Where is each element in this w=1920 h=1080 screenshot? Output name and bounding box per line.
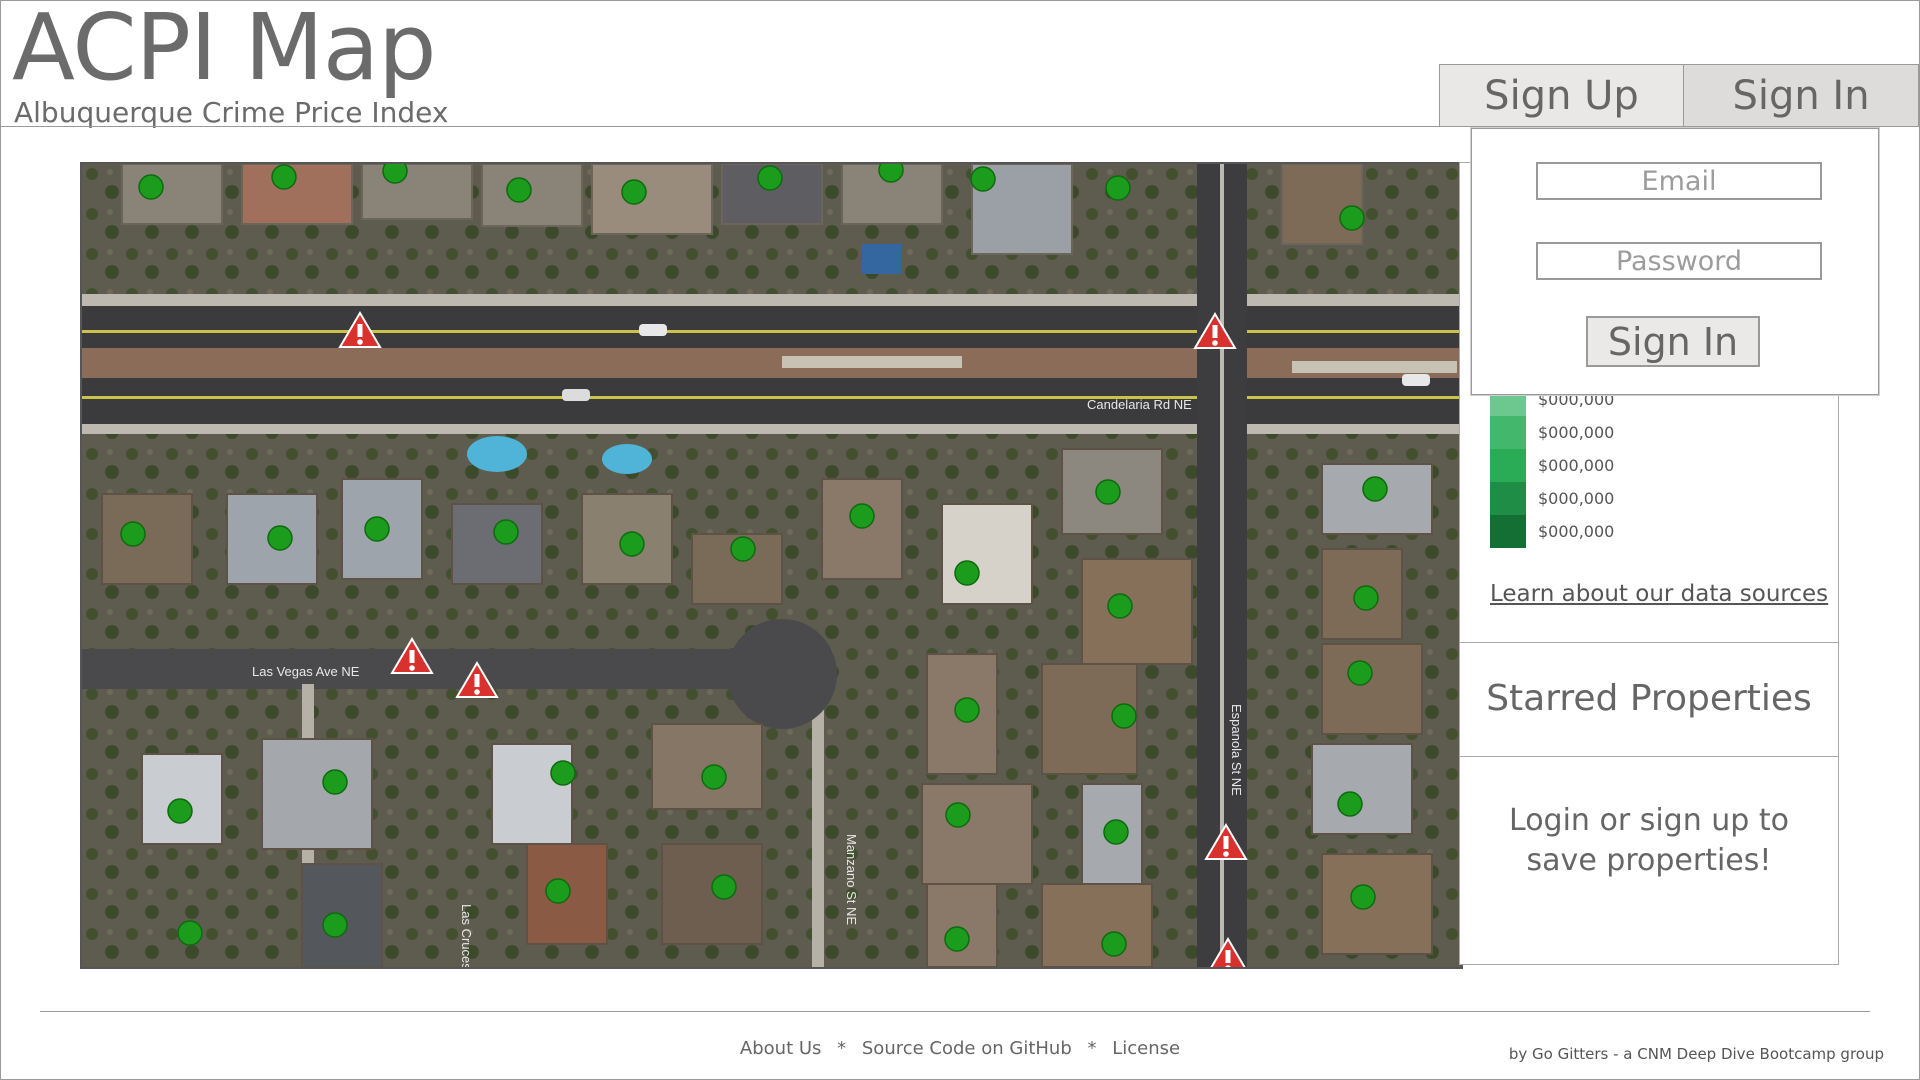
street-label: Espanola St NE bbox=[1229, 704, 1244, 796]
footer-separator: * bbox=[1087, 1038, 1097, 1059]
about-us-link[interactable]: About Us bbox=[740, 1038, 822, 1059]
property-marker[interactable] bbox=[138, 174, 164, 200]
property-marker[interactable] bbox=[849, 503, 875, 529]
auth-tabs: Sign Up Sign In bbox=[1439, 64, 1919, 127]
property-marker[interactable] bbox=[1105, 175, 1131, 201]
price-legend: $000,000 $000,000 $000,000 $000,000 $000… bbox=[1490, 383, 1614, 548]
property-marker[interactable] bbox=[322, 912, 348, 938]
street-label: Manzano St NE bbox=[844, 834, 859, 925]
property-marker[interactable] bbox=[167, 798, 193, 824]
property-marker[interactable] bbox=[954, 697, 980, 723]
property-marker[interactable] bbox=[1103, 819, 1129, 845]
property-marker[interactable] bbox=[364, 516, 390, 542]
property-marker[interactable] bbox=[1362, 476, 1388, 502]
legend-row: $000,000 bbox=[1490, 515, 1614, 548]
legend-swatch bbox=[1490, 416, 1526, 449]
property-marker[interactable] bbox=[267, 525, 293, 551]
github-link[interactable]: Source Code on GitHub bbox=[862, 1038, 1072, 1059]
tab-sign-in[interactable]: Sign In bbox=[1684, 64, 1919, 127]
street-label: Las Cruces Ct bbox=[459, 904, 474, 967]
property-marker[interactable] bbox=[506, 177, 532, 203]
property-marker[interactable] bbox=[1339, 205, 1365, 231]
legend-swatch bbox=[1490, 482, 1526, 515]
legend-swatch bbox=[1490, 449, 1526, 482]
property-marker[interactable] bbox=[954, 560, 980, 586]
sign-in-panel: Sign In bbox=[1471, 128, 1879, 395]
property-marker[interactable] bbox=[1111, 703, 1137, 729]
property-marker[interactable] bbox=[878, 164, 904, 183]
property-marker[interactable] bbox=[621, 179, 647, 205]
sidebar-divider bbox=[1460, 756, 1838, 757]
license-link[interactable]: License bbox=[1112, 1038, 1180, 1059]
sign-in-button[interactable]: Sign In bbox=[1586, 316, 1760, 367]
legend-label: $000,000 bbox=[1538, 423, 1615, 442]
legend-row: $000,000 bbox=[1490, 482, 1614, 515]
app-title: ACPI Map bbox=[12, 0, 437, 101]
header-divider bbox=[0, 126, 1440, 127]
property-marker[interactable] bbox=[550, 760, 576, 786]
property-marker[interactable] bbox=[970, 166, 996, 192]
property-marker[interactable] bbox=[493, 519, 519, 545]
property-marker[interactable] bbox=[757, 165, 783, 191]
footer-separator: * bbox=[837, 1038, 847, 1059]
property-marker[interactable] bbox=[619, 531, 645, 557]
legend-label: $000,000 bbox=[1538, 456, 1615, 475]
satellite-map[interactable]: Candelaria Rd NE Las Vegas Ave NE Las Cr… bbox=[82, 164, 1461, 967]
property-marker[interactable] bbox=[120, 521, 146, 547]
legend-swatch bbox=[1490, 515, 1526, 548]
property-marker[interactable] bbox=[1347, 660, 1373, 686]
property-marker[interactable] bbox=[322, 769, 348, 795]
property-marker[interactable] bbox=[1101, 931, 1127, 957]
street-label: Las Vegas Ave NE bbox=[252, 664, 360, 679]
property-marker[interactable] bbox=[701, 764, 727, 790]
property-marker[interactable] bbox=[711, 874, 737, 900]
legend-row: $000,000 bbox=[1490, 449, 1614, 482]
login-prompt: Login or sign up to save properties! bbox=[1509, 803, 1789, 878]
legend-label: $000,000 bbox=[1538, 489, 1615, 508]
property-marker[interactable] bbox=[944, 926, 970, 952]
property-marker[interactable] bbox=[382, 164, 408, 184]
email-field[interactable] bbox=[1536, 162, 1822, 200]
street-label: Candelaria Rd NE bbox=[1087, 397, 1192, 412]
footer-credit: by Go Gitters - a CNM Deep Dive Bootcamp… bbox=[1508, 1045, 1884, 1063]
legend-row: $000,000 bbox=[1490, 416, 1614, 449]
property-marker[interactable] bbox=[1337, 791, 1363, 817]
property-marker[interactable] bbox=[945, 802, 971, 828]
starred-properties-heading: Starred Properties bbox=[1486, 678, 1812, 719]
map-view[interactable]: Candelaria Rd NE Las Vegas Ave NE Las Cr… bbox=[80, 162, 1463, 969]
property-marker[interactable] bbox=[730, 536, 756, 562]
property-marker[interactable] bbox=[1095, 479, 1121, 505]
footer-divider bbox=[40, 1011, 1870, 1012]
legend-label: $000,000 bbox=[1538, 522, 1615, 541]
property-marker[interactable] bbox=[177, 920, 203, 946]
data-sources-link[interactable]: Learn about our data sources bbox=[1490, 581, 1828, 607]
password-field[interactable] bbox=[1536, 242, 1822, 280]
app-subtitle: Albuquerque Crime Price Index bbox=[14, 96, 449, 129]
property-marker[interactable] bbox=[271, 164, 297, 190]
property-marker[interactable] bbox=[1353, 585, 1379, 611]
property-marker[interactable] bbox=[1107, 593, 1133, 619]
property-marker[interactable] bbox=[1350, 884, 1376, 910]
sidebar-divider bbox=[1460, 642, 1838, 643]
tab-sign-up[interactable]: Sign Up bbox=[1439, 64, 1684, 127]
property-marker[interactable] bbox=[545, 878, 571, 904]
